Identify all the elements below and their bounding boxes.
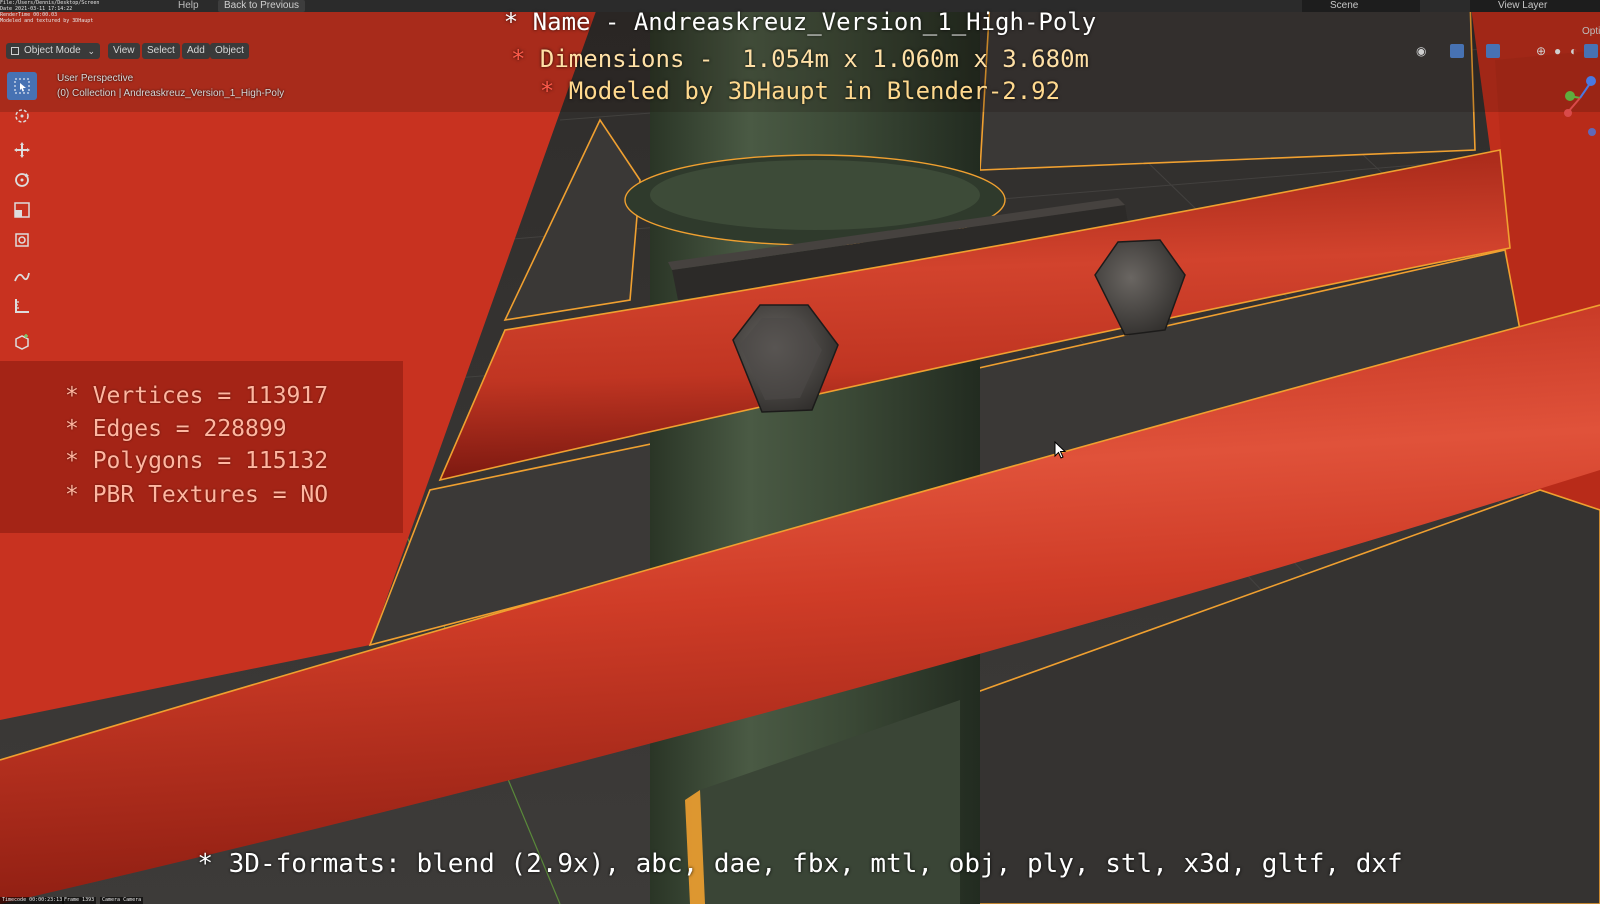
dimensions-bullet: *: [511, 45, 526, 73]
timecode-burnin: Timecode 00:00:23:13: [0, 897, 65, 904]
pbr-textures-stat: * PBR Textures = NO: [65, 482, 329, 508]
annotate-icon[interactable]: [7, 262, 37, 290]
camera-burnin: Camera Camera: [100, 897, 144, 904]
mesh-stats-panel: * Vertices = 113917 * Edges = 228899 * P…: [0, 361, 403, 533]
dimensions-line: * Dimensions - 1.054m x 1.060m x 3.680m: [0, 45, 1600, 73]
blender-window: File:/Users/Dennis/Desktop/Screen Date 2…: [0, 0, 1600, 904]
polygons-stat: * Polygons = 115132: [65, 448, 329, 474]
cursor-icon[interactable]: [7, 102, 37, 130]
modeled-by-line: * Modeled by 3DHaupt in Blender-2.92: [0, 77, 1600, 105]
render-burnin-bottom: Timecode 00:00:23:13 Frame 1393 Camera C…: [0, 897, 1600, 904]
export-formats-line: * 3D-formats: blend (2.9x), abc, dae, fb…: [197, 849, 1403, 879]
navigation-gizmo[interactable]: [1556, 72, 1600, 142]
model-name-line: * Name - Andreaskreuz_Version_1_High-Pol…: [503, 8, 1097, 36]
move-icon[interactable]: [7, 136, 37, 164]
transform-icon[interactable]: [7, 226, 37, 254]
vertices-stat: * Vertices = 113917: [65, 383, 329, 409]
frame-burnin: Frame 1393: [62, 897, 97, 904]
edges-stat: * Edges = 228899: [65, 416, 287, 442]
dimensions-text: Dimensions - 1.054m x 1.060m x 3.680m: [525, 45, 1089, 73]
add-cube-icon[interactable]: [7, 328, 37, 356]
modeled-text: Modeled by 3DHaupt in Blender-2.92: [554, 77, 1061, 105]
rotate-icon[interactable]: [7, 166, 37, 194]
modeled-bullet: *: [539, 77, 555, 105]
measure-icon[interactable]: [7, 292, 37, 320]
mouse-pointer-icon: [1054, 441, 1067, 459]
scale-icon[interactable]: [7, 196, 37, 224]
